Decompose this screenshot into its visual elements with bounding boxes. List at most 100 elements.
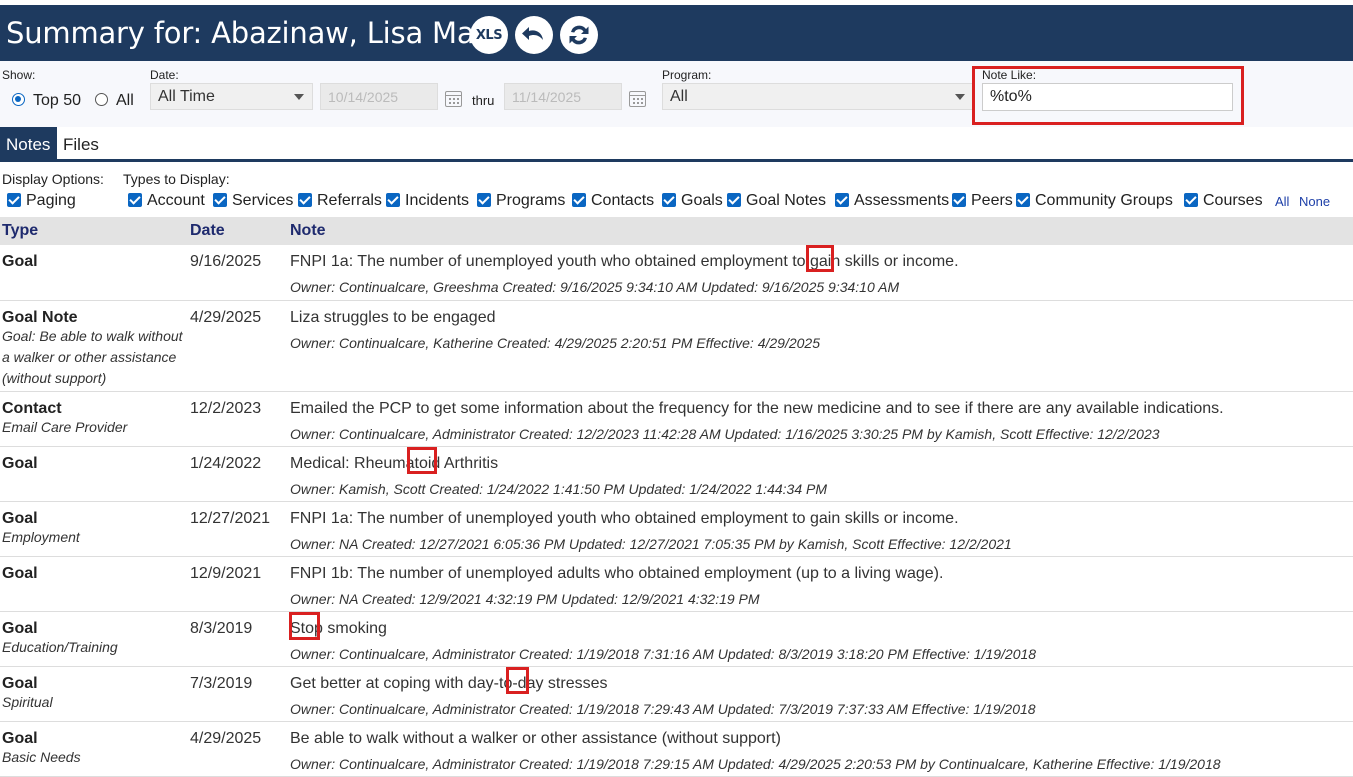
table-row[interactable]: Goal Note Goal: Be able to walk without …: [0, 301, 1353, 392]
refresh-button[interactable]: [560, 16, 598, 54]
calendar-icon[interactable]: [445, 91, 462, 107]
select-all-link[interactable]: All: [1275, 194, 1289, 209]
row-note: Be able to walk without a walker or othe…: [290, 730, 781, 747]
row-type: Contact: [2, 400, 62, 417]
highlight-box: [407, 447, 437, 474]
column-header-type[interactable]: Type: [2, 222, 38, 240]
row-meta: Owner: Continualcare, Administrator Crea…: [290, 756, 1221, 772]
back-button[interactable]: [515, 16, 553, 54]
type-label-community-groups: Community Groups: [1035, 192, 1173, 209]
program-select[interactable]: All: [662, 83, 974, 110]
type-label-contacts: Contacts: [591, 192, 655, 209]
tab-files[interactable]: Files: [57, 127, 103, 159]
date-to-input[interactable]: 11/14/2025: [504, 83, 622, 110]
row-subtitle: Education/Training: [2, 639, 118, 655]
calendar-icon[interactable]: [629, 91, 646, 107]
table-row[interactable]: Goal Spiritual 7/3/2019 Get better at co…: [0, 667, 1353, 722]
table-header: Type Date Note: [0, 217, 1353, 245]
highlight-box: [289, 612, 320, 640]
column-header-date[interactable]: Date: [190, 222, 225, 240]
type-label-incidents: Incidents: [405, 192, 470, 209]
date-range-value: All Time: [158, 88, 215, 105]
row-type: Goal: [2, 565, 38, 582]
refresh-icon: [569, 25, 589, 45]
row-date: 12/9/2021: [190, 565, 262, 582]
type-checkbox-incidents[interactable]: [386, 193, 400, 207]
type-checkbox-services[interactable]: [213, 193, 227, 207]
date-from-value: 10/14/2025: [328, 89, 399, 105]
highlight-box: [506, 667, 529, 694]
type-checkbox-peers[interactable]: [952, 193, 966, 207]
row-subtitle: Spiritual: [2, 694, 53, 710]
row-date: 9/16/2025: [190, 253, 262, 270]
table-row[interactable]: Goal Employment 12/27/2021 FNPI 1a: The …: [0, 502, 1353, 557]
date-from-input[interactable]: 10/14/2025: [320, 83, 438, 110]
filter-bar: Show: Top 50 All Date: All Time 10/14/20…: [0, 61, 1353, 127]
type-label-peers: Peers: [971, 192, 1013, 209]
export-xls-button[interactable]: XLS: [470, 16, 508, 54]
type-checkbox-goals[interactable]: [662, 193, 676, 207]
type-checkbox-account[interactable]: [128, 193, 142, 207]
display-options-label: Display Options:: [2, 171, 104, 187]
tab-notes[interactable]: Notes: [0, 127, 57, 159]
table-row[interactable]: Goal 12/9/2021 FNPI 1b: The number of un…: [0, 557, 1353, 612]
show-top50-label: Top 50: [33, 92, 82, 109]
row-meta: Owner: NA Created: 12/9/2021 4:32:19 PM …: [290, 591, 760, 607]
type-label-goal-notes: Goal Notes: [746, 192, 827, 209]
table-row[interactable]: Goal 1/24/2022 Medical: Rheumatoid Arthr…: [0, 447, 1353, 502]
type-checkbox-goal-notes[interactable]: [727, 193, 741, 207]
date-range-select[interactable]: All Time: [150, 83, 313, 110]
row-type: Goal: [2, 510, 38, 527]
paging-checkbox[interactable]: [7, 193, 21, 207]
show-all-radio[interactable]: [95, 93, 108, 106]
program-value: All: [670, 88, 688, 105]
paging-label: Paging: [26, 192, 76, 209]
row-date: 4/29/2025: [190, 730, 262, 747]
type-checkbox-contacts[interactable]: [572, 193, 586, 207]
show-all-label: All: [116, 92, 134, 109]
type-checkbox-community-groups[interactable]: [1016, 193, 1030, 207]
row-note: Get better at coping with day-to-day str…: [290, 675, 608, 692]
row-meta: Owner: Continualcare, Katherine Created:…: [290, 335, 820, 351]
table-row[interactable]: Goal Basic Needs 4/29/2025 Be able to wa…: [0, 722, 1353, 777]
type-checkbox-courses[interactable]: [1184, 193, 1198, 207]
row-meta: Owner: NA Created: 12/27/2021 6:05:36 PM…: [290, 536, 1012, 552]
row-type: Goal Note: [2, 309, 78, 326]
type-checkbox-programs[interactable]: [477, 193, 491, 207]
highlight-box: [972, 66, 1244, 125]
row-date: 1/24/2022: [190, 455, 262, 472]
program-label: Program:: [662, 68, 712, 82]
row-note: Emailed the PCP to get some information …: [290, 400, 1224, 417]
page-header: Summary for: Abazinaw, Lisa Mary XLS: [0, 5, 1353, 61]
row-date: 12/2/2023: [190, 400, 262, 417]
row-meta: Owner: Continualcare, Administrator Crea…: [290, 426, 1160, 442]
row-date: 4/29/2025: [190, 309, 262, 326]
type-checkbox-assessments[interactable]: [835, 193, 849, 207]
date-to-value: 11/14/2025: [512, 89, 582, 105]
show-label: Show:: [2, 68, 36, 82]
type-label-programs: Programs: [496, 192, 566, 209]
type-label-courses: Courses: [1203, 192, 1263, 209]
table-row[interactable]: Goal Education/Training 8/3/2019 Stop sm…: [0, 612, 1353, 667]
row-note: FNPI 1a: The number of unemployed youth …: [290, 510, 959, 527]
row-meta: Owner: Kamish, Scott Created: 1/24/2022 …: [290, 481, 827, 497]
display-options: Display Options: Types to Display: Pagin…: [0, 162, 1353, 216]
show-top50-radio[interactable]: [12, 93, 25, 106]
type-checkbox-referrals[interactable]: [298, 193, 312, 207]
type-label-goals: Goals: [681, 192, 723, 209]
row-subtitle: Employment: [2, 529, 80, 545]
row-type: Goal: [2, 620, 38, 637]
types-to-display-label: Types to Display:: [123, 171, 230, 187]
table-row[interactable]: Goal 9/16/2025 FNPI 1a: The number of un…: [0, 245, 1353, 301]
row-type: Goal: [2, 455, 38, 472]
row-meta: Owner: Continualcare, Administrator Crea…: [290, 646, 1037, 662]
page-title: Summary for: Abazinaw, Lisa Mary: [6, 16, 504, 50]
table-row[interactable]: Contact Email Care Provider 12/2/2023 Em…: [0, 392, 1353, 447]
type-label-referrals: Referrals: [317, 192, 382, 209]
column-header-note[interactable]: Note: [290, 222, 326, 240]
row-note: FNPI 1a: The number of unemployed youth …: [290, 253, 959, 270]
back-arrow-icon: [522, 27, 543, 40]
select-none-link[interactable]: None: [1299, 194, 1330, 209]
chevron-down-icon: [955, 94, 965, 100]
row-subtitle: Email Care Provider: [2, 419, 128, 435]
